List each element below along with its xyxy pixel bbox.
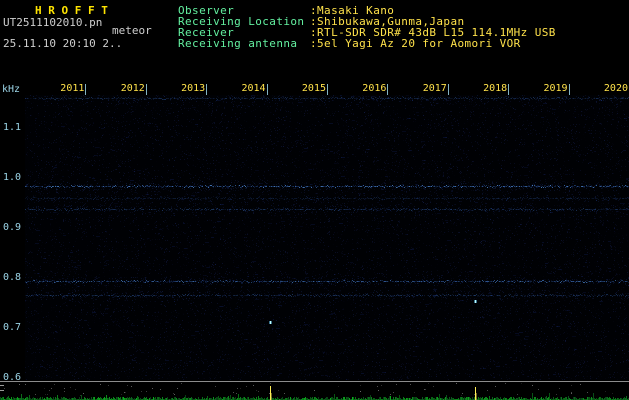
time-tick-label: 2014 <box>241 83 266 94</box>
output-filename: UT2511102010.pn <box>3 16 103 29</box>
freq-unit-label: kHz <box>2 84 21 95</box>
freq-tick-label: 0.8 <box>3 272 22 283</box>
axis-separator-line <box>0 381 629 382</box>
freq-tick-label: 1.1 <box>3 122 22 133</box>
time-tick-label: 2017 <box>422 83 447 94</box>
info-row-antenna: Receiving antenna :5el Yagi Az 20 for Aom… <box>178 38 556 49</box>
time-tick-label: 2018 <box>483 83 508 94</box>
freq-tick-label: 0.9 <box>3 222 22 233</box>
info-label: Receiving antenna <box>178 37 298 50</box>
datetime-label: 25.11.10 20:10 2.. <box>3 37 123 50</box>
spectrogram-canvas <box>25 95 629 380</box>
amplitude-strip-canvas <box>0 383 629 400</box>
time-tick-label: 2019 <box>543 83 568 94</box>
observation-name: meteor <box>112 24 152 37</box>
time-tick-label: 2013 <box>181 83 206 94</box>
station-info: Observer:Masaki Kano Receiving Location:… <box>178 5 556 49</box>
time-tick-label: 2012 <box>120 83 145 94</box>
freq-tick-label: 0.7 <box>3 322 22 333</box>
time-tick-label: 2020 <box>603 83 628 94</box>
time-tick-label: 2015 <box>301 83 326 94</box>
hrofft-screen: H R O F F T UT2511102010.pn meteor 25.11… <box>0 0 629 400</box>
freq-tick-label: 1.0 <box>3 172 22 183</box>
time-tick-label: 2016 <box>362 83 387 94</box>
time-tick-label: 2011 <box>60 83 85 94</box>
info-value: :5el Yagi Az 20 for Aomori VOR <box>310 37 521 50</box>
